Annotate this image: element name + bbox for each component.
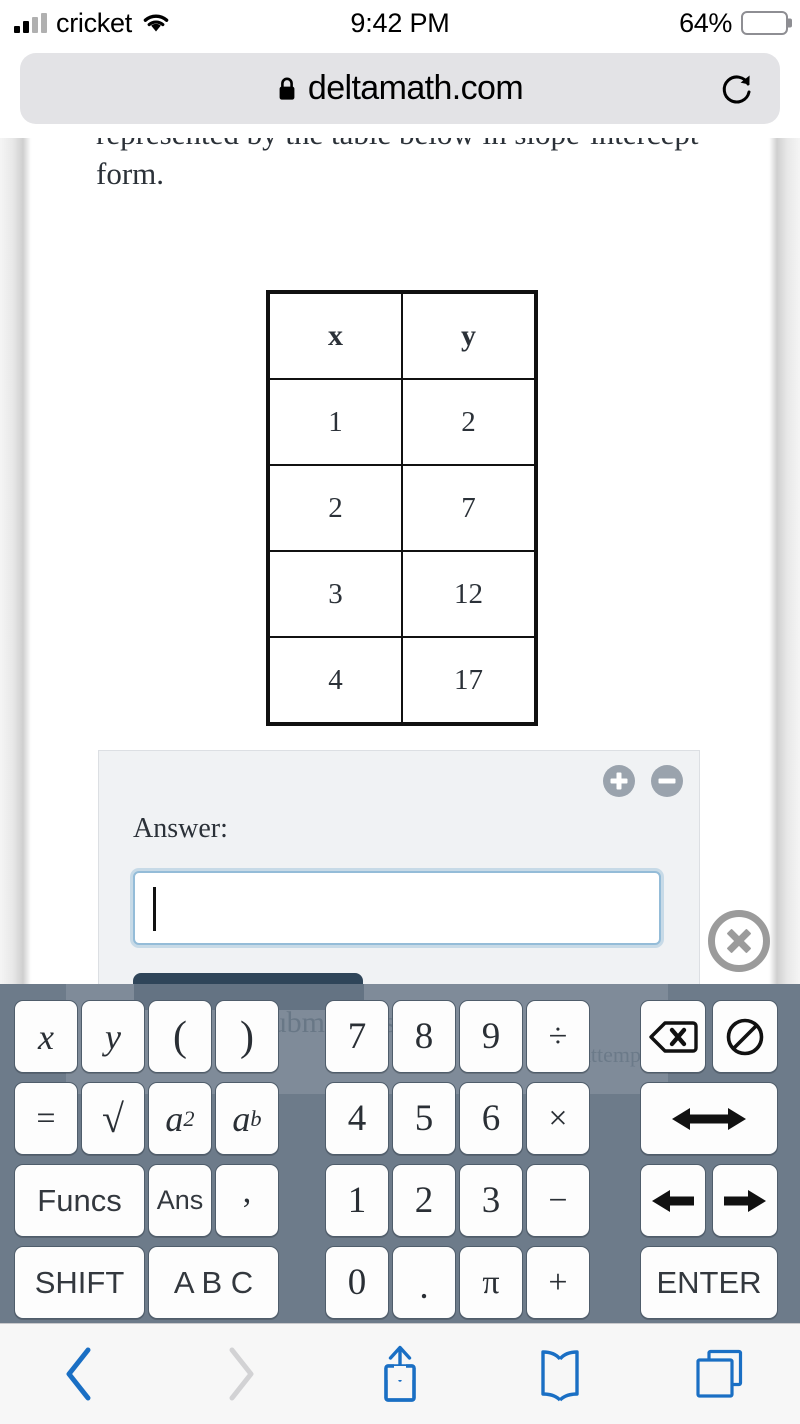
key-5[interactable]: 5 (392, 1082, 456, 1155)
table-header-x: x (267, 291, 403, 380)
answer-panel: Answer: (98, 750, 700, 990)
keyboard-keys: x y ( ) 7 8 9 ÷ = √ a2 ab 4 5 6 × Funcs … (0, 984, 800, 1323)
battery-icon (741, 11, 792, 35)
table-cell-x: 2 (267, 464, 403, 552)
url-text: deltamath.com (307, 69, 524, 107)
zoom-in-button[interactable] (603, 765, 635, 797)
answer-input[interactable] (133, 871, 661, 945)
key-x[interactable]: x (14, 1000, 78, 1073)
table-cell-x: 4 (267, 636, 403, 725)
key-arrow-right[interactable] (712, 1164, 778, 1237)
key-enter[interactable]: ENTER (640, 1246, 778, 1319)
table-header-row: x y (267, 291, 537, 380)
share-icon (384, 1345, 416, 1402)
key-decimal[interactable]: . (392, 1246, 456, 1319)
text-cursor (153, 887, 156, 931)
question-prompt: represented by the table below in slope-… (96, 138, 699, 191)
key-close-paren[interactable]: ) (215, 1000, 279, 1073)
table-row: 1 2 (267, 378, 537, 466)
table-cell-x: 3 (267, 550, 403, 638)
key-backspace[interactable] (640, 1000, 706, 1073)
key-pi[interactable]: π (459, 1246, 523, 1319)
key-open-paren[interactable]: ( (148, 1000, 212, 1073)
safari-toolbar-top: deltamath.com (0, 46, 800, 138)
share-button[interactable] (320, 1324, 480, 1424)
table-header-y: y (401, 291, 537, 380)
page-body: represented by the table below in slope-… (32, 138, 768, 990)
key-9[interactable]: 9 (459, 1000, 523, 1073)
tabs-button[interactable] (640, 1324, 800, 1424)
table-row: 3 12 (267, 550, 537, 638)
web-content-area[interactable]: represented by the table below in slope-… (0, 138, 800, 990)
key-divide[interactable]: ÷ (526, 1000, 590, 1073)
table-cell-y: 17 (401, 636, 537, 725)
key-equals[interactable]: = (14, 1082, 78, 1155)
math-keyboard[interactable]: Submit Answer Attempt 1 of 2 x y ( ) 7 8… (0, 984, 800, 1323)
ios-status-bar: cricket 9:42 PM 64% (0, 0, 800, 46)
key-multiply[interactable]: × (526, 1082, 590, 1155)
key-6[interactable]: 6 (459, 1082, 523, 1155)
back-button[interactable] (0, 1324, 160, 1424)
page-left-edge-shadow (0, 138, 32, 990)
bookmarks-button[interactable] (480, 1324, 640, 1424)
key-ans[interactable]: Ans (148, 1164, 212, 1237)
forward-icon (229, 1347, 254, 1401)
key-7[interactable]: 7 (325, 1000, 389, 1073)
lock-icon (277, 76, 297, 101)
zoom-controls (603, 765, 683, 797)
key-a-to-the-b[interactable]: ab (215, 1082, 279, 1155)
forward-button (160, 1324, 320, 1424)
key-a-squared-base: a (165, 1098, 184, 1139)
key-plus[interactable]: + (526, 1246, 590, 1319)
tabs-icon (696, 1349, 743, 1398)
key-4[interactable]: 4 (325, 1082, 389, 1155)
key-clear[interactable] (712, 1000, 778, 1073)
table-cell-y: 12 (401, 550, 537, 638)
key-comma[interactable]: , (215, 1164, 279, 1237)
table-cell-y: 2 (401, 378, 537, 466)
battery-percent-label: 64% (679, 7, 732, 38)
key-2[interactable]: 2 (392, 1164, 456, 1237)
reload-icon[interactable] (720, 70, 754, 108)
table-cell-x: 1 (267, 378, 403, 466)
answer-label: Answer: (133, 813, 228, 844)
key-3[interactable]: 3 (459, 1164, 523, 1237)
key-shift[interactable]: SHIFT (14, 1246, 145, 1319)
table-cell-y: 7 (401, 464, 537, 552)
clear-icon (726, 1018, 764, 1055)
key-0[interactable]: 0 (325, 1246, 389, 1319)
key-funcs[interactable]: Funcs (14, 1164, 145, 1237)
safari-toolbar-bottom (0, 1323, 800, 1424)
page-right-edge-shadow (768, 138, 800, 990)
close-icon[interactable] (708, 910, 770, 972)
backspace-icon (649, 1020, 698, 1053)
key-a-to-the-b-base: a (232, 1098, 251, 1139)
back-icon (66, 1347, 91, 1401)
status-bar-right: 64% (679, 0, 792, 46)
key-arrow-left[interactable] (640, 1164, 706, 1237)
zoom-out-button[interactable] (651, 765, 683, 797)
key-abc[interactable]: A B C (148, 1246, 279, 1319)
address-bar-content: deltamath.com (277, 69, 524, 108)
arrow-left-icon (652, 1189, 694, 1212)
key-y[interactable]: y (81, 1000, 145, 1073)
key-8[interactable]: 8 (392, 1000, 456, 1073)
table-row: 4 17 (267, 636, 537, 725)
key-square-root[interactable]: √ (81, 1082, 145, 1155)
key-1[interactable]: 1 (325, 1164, 389, 1237)
address-bar[interactable]: deltamath.com (20, 53, 780, 124)
table-row: 2 7 (267, 464, 537, 552)
key-minus[interactable]: − (526, 1164, 590, 1237)
key-toggle-left-right[interactable] (640, 1082, 778, 1155)
left-right-arrow-icon (672, 1107, 746, 1130)
bookmarks-icon (541, 1350, 579, 1402)
arrow-right-icon (724, 1189, 766, 1212)
xy-data-table: x y 1 2 2 7 3 12 4 17 (266, 290, 538, 726)
key-a-squared[interactable]: a2 (148, 1082, 212, 1155)
